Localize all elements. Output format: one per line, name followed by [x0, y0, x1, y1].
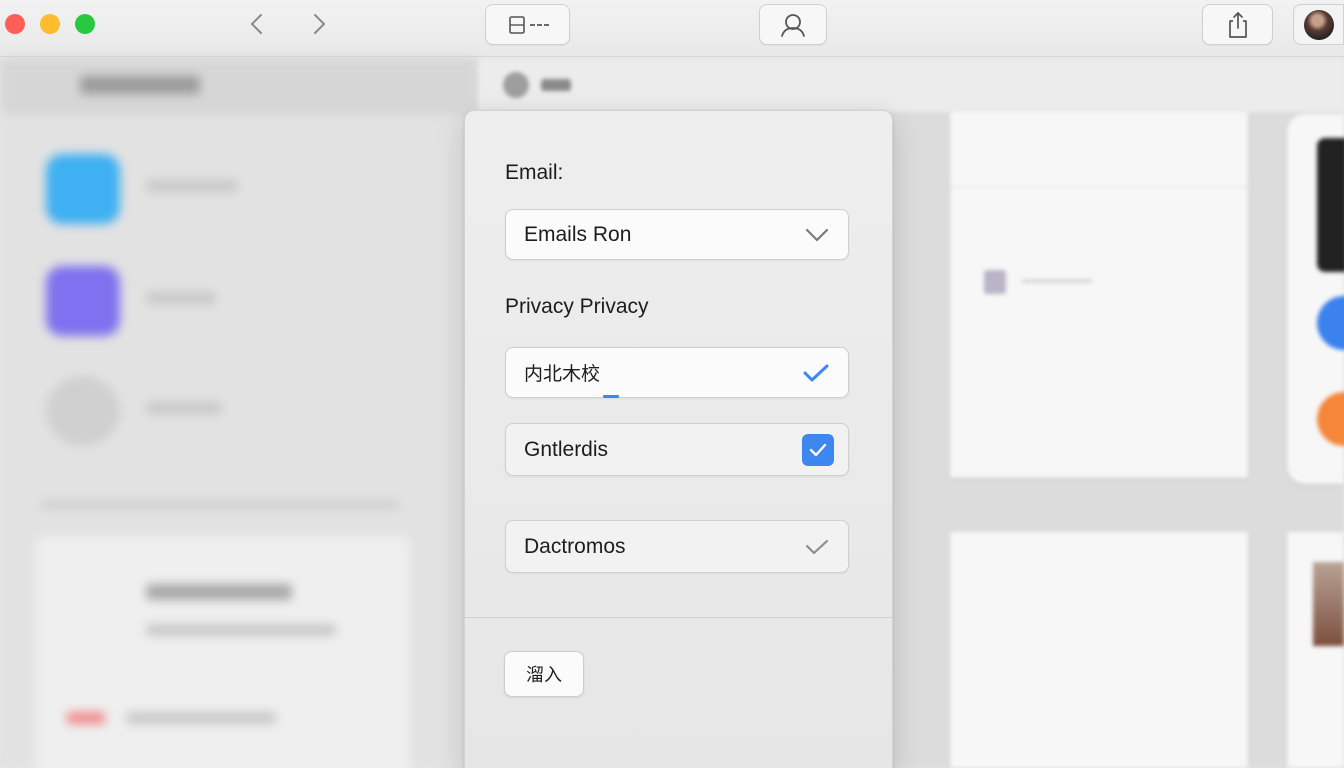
window-titlebar [0, 0, 1344, 57]
device-panel [1287, 114, 1344, 484]
checkbox-checked[interactable] [802, 433, 834, 466]
zoom-window-button[interactable] [75, 14, 95, 34]
app-icon [46, 154, 120, 224]
privacy-option-label: 内北木校 [524, 363, 601, 385]
sidebar-header [0, 58, 478, 114]
account-button[interactable] [759, 4, 827, 45]
sidebar-toggle-button[interactable] [485, 4, 570, 45]
privacy-label: Privacy Privacy [505, 295, 649, 318]
profile-avatar-button[interactable] [1293, 4, 1344, 45]
checkmark-icon [809, 443, 827, 456]
privacy-sheet: Email: Emails Ron Privacy Privacy 内北木校 G… [464, 110, 893, 768]
content-header [479, 58, 1344, 112]
checkmark-icon [803, 364, 829, 381]
chevron-left-icon [251, 14, 262, 34]
privacy-option-2[interactable]: Gntlerdis [505, 423, 849, 476]
import-button[interactable]: 溜入 [504, 651, 584, 697]
sidebar-card [36, 536, 410, 768]
app-icon [46, 266, 120, 336]
app-icon [46, 376, 120, 446]
email-label: Email: [505, 161, 564, 184]
privacy-option-label: Dactromos [524, 534, 626, 558]
privacy-option-label: Gntlerdis [524, 437, 609, 461]
share-icon [1228, 11, 1247, 38]
close-window-button[interactable] [5, 14, 25, 34]
chevron-right-icon [314, 14, 325, 34]
share-button[interactable] [1202, 4, 1273, 45]
text-cursor-indicator [603, 395, 619, 398]
content-panel [950, 112, 1248, 478]
content-panel [1287, 532, 1344, 768]
privacy-option-3[interactable]: Dactromos [505, 520, 849, 573]
account-icon [781, 13, 805, 37]
sidebar-background [0, 58, 478, 768]
avatar [1303, 9, 1334, 40]
content-panel [950, 532, 1248, 768]
sheet-divider [465, 617, 892, 618]
back-button[interactable] [244, 10, 272, 38]
privacy-option-1[interactable]: 内北木校 [505, 347, 849, 398]
chevron-down-icon [805, 228, 829, 241]
email-select[interactable]: Emails Ron [505, 209, 849, 260]
forward-button[interactable] [304, 10, 332, 38]
email-select-value: Emails Ron [524, 222, 632, 246]
minimize-window-button[interactable] [40, 14, 60, 34]
checkmark-icon [805, 539, 829, 554]
sidebar-icon [508, 15, 550, 34]
